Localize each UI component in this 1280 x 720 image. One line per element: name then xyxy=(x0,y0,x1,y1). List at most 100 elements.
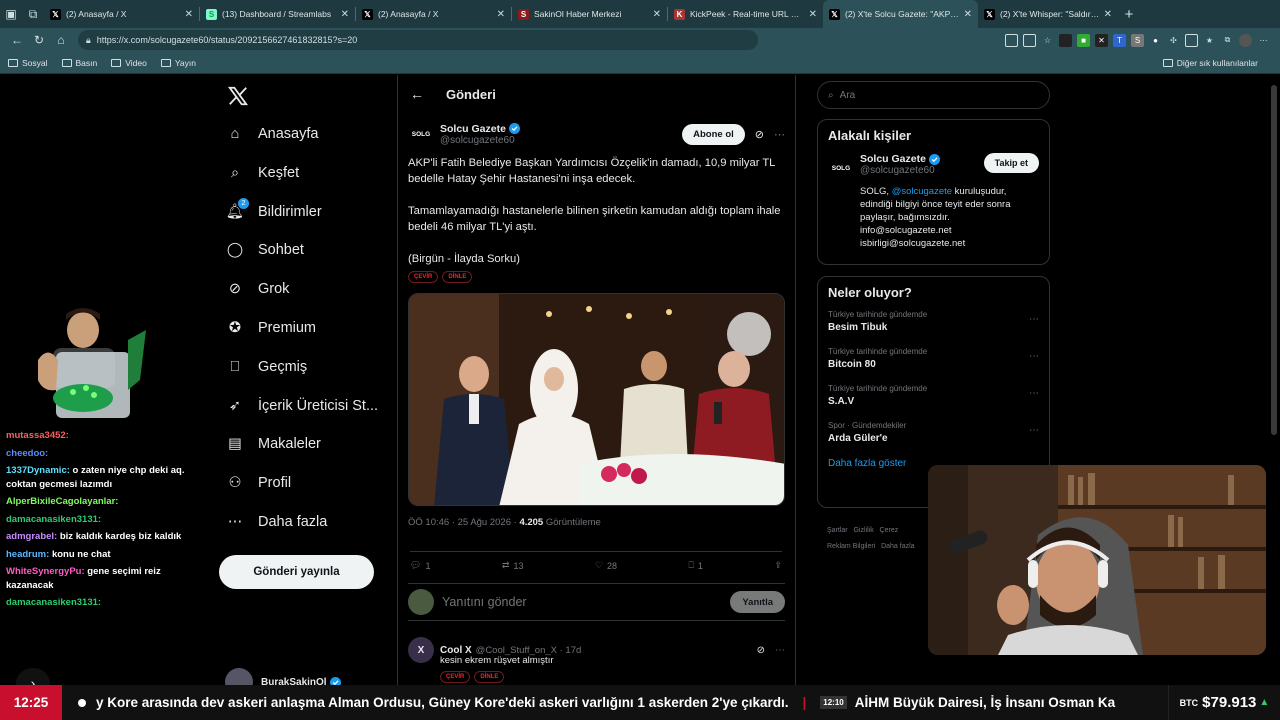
close-tab-icon[interactable]: ✕ xyxy=(1104,9,1112,20)
avatar[interactable] xyxy=(1239,33,1252,47)
repost-action[interactable]: ⇄ 13 xyxy=(502,560,524,571)
search-input[interactable]: ⌕ Ara xyxy=(817,81,1050,109)
close-tab-icon[interactable]: ✕ xyxy=(964,9,972,20)
url-field[interactable]: 🔒︎ https://x.com/solcugazete60/status/20… xyxy=(78,30,758,50)
scrollbar-thumb[interactable] xyxy=(1271,85,1277,435)
sidebar-item[interactable]: ⎕ Geçmiş xyxy=(225,349,308,385)
listen-tag[interactable]: DİNLE xyxy=(442,271,473,283)
sidebar-item[interactable]: ⚇ Profil xyxy=(225,465,292,501)
author-info[interactable]: Solcu Gazete @solcugazete60 xyxy=(440,123,520,146)
sidebar-item[interactable]: ⋯ Daha fazla xyxy=(225,504,328,540)
share-action[interactable]: ⇪ xyxy=(774,560,782,571)
avatar[interactable]: SOLG xyxy=(828,155,854,181)
split-screen-icon[interactable] xyxy=(1185,33,1198,47)
sidebar-item[interactable]: 🔔︎ 2 Bildirimler xyxy=(225,194,322,230)
profile-icon[interactable]: ▣ xyxy=(0,4,22,24)
sidebar-item[interactable]: ◯ Sohbet xyxy=(225,232,304,268)
follow-button[interactable]: Takip et xyxy=(983,153,1039,173)
more-icon[interactable]: ⋯ xyxy=(775,645,785,656)
trend-item[interactable]: Türkiye tarihinde gündemde S.A.V ⋯ xyxy=(828,384,1039,407)
reply-action[interactable]: 💬︎ 1 xyxy=(410,560,430,571)
avatar[interactable]: X xyxy=(408,637,434,663)
sidebar-item[interactable]: ⌕ Keşfet xyxy=(225,155,299,191)
listen-tag[interactable]: DİNLE xyxy=(474,671,505,683)
home-icon[interactable]: ⌂ xyxy=(50,30,72,50)
chat-username[interactable]: AlperBixileCagolayanlar: xyxy=(6,496,118,507)
grok-icon[interactable]: ⊘ xyxy=(755,128,764,141)
sidebar-item[interactable]: ⊘ Grok xyxy=(225,271,290,307)
translate-tag[interactable]: ÇEVİR xyxy=(440,671,471,683)
extension-icon[interactable]: ✕ xyxy=(1095,33,1108,47)
x-logo-icon[interactable] xyxy=(227,85,249,107)
browser-tab[interactable]: 𝕏 (2) Anasayfa / X ✕ xyxy=(44,0,199,28)
tab-actions-icon[interactable]: ⧉ xyxy=(22,4,44,24)
browser-tab[interactable]: S SakinOl Haber Merkezi ✕ xyxy=(512,0,667,28)
footer-link[interactable]: Gizlilik xyxy=(853,527,873,534)
related-person[interactable]: SOLG Solcu Gazete @solcugazete60 Takip e… xyxy=(828,153,1039,181)
back-icon[interactable]: ← xyxy=(6,30,28,50)
chat-username[interactable]: 1337Dynamic: xyxy=(6,465,70,476)
chat-username[interactable]: admgrabel: xyxy=(6,531,57,542)
chat-username[interactable]: damacanasiken3131: xyxy=(6,514,101,525)
more-icon[interactable]: ⋯ xyxy=(1257,34,1270,47)
reply-item[interactable]: X Cool X @Cool_Stuff_on_X · 17d ⊘ ⋯ kesi… xyxy=(408,637,785,683)
footer-link[interactable]: Çerez xyxy=(880,527,899,534)
chat-username[interactable]: damacanasiken3131: xyxy=(6,597,101,608)
sidebar-item[interactable]: ✪ Premium xyxy=(225,310,316,346)
more-icon[interactable]: ⋯ xyxy=(1029,351,1039,362)
sidebar-item[interactable]: ⌂ Anasayfa xyxy=(225,116,319,152)
bookmark-folder[interactable]: Sosyal xyxy=(8,58,48,68)
more-icon[interactable]: ⋯ xyxy=(1029,425,1039,436)
page-scrollbar[interactable] xyxy=(1268,75,1280,685)
footer-link[interactable]: Şartlar xyxy=(827,527,848,534)
more-icon[interactable]: ⋯ xyxy=(774,128,785,141)
bio-link[interactable]: @solcugazete xyxy=(892,186,952,197)
back-arrow-icon[interactable]: ← xyxy=(410,86,426,102)
bookmark-folder[interactable]: Video xyxy=(111,58,147,68)
close-tab-icon[interactable]: ✕ xyxy=(185,9,193,20)
reply-input[interactable]: Yanıtını gönder xyxy=(442,595,527,609)
favorites-icon[interactable]: ★ xyxy=(1203,34,1216,47)
extension-icon[interactable] xyxy=(1059,33,1072,47)
collections-icon[interactable]: ⧉ xyxy=(1221,34,1234,47)
close-tab-icon[interactable]: ✕ xyxy=(809,9,817,20)
author-avatar[interactable]: SOLG xyxy=(408,121,434,147)
more-icon[interactable]: ⋯ xyxy=(1029,388,1039,399)
trend-item[interactable]: Spor · Gündemdekiler Arda Güler'e ⋯ xyxy=(828,421,1039,444)
extension-icon[interactable]: S xyxy=(1131,33,1144,47)
reply-button[interactable]: Yanıtla xyxy=(730,591,785,613)
chat-username[interactable]: mutassa3452: xyxy=(6,430,69,441)
post-button[interactable]: Gönderi yayınla xyxy=(219,555,374,589)
browser-tab-active[interactable]: 𝕏 (2) X'te Solcu Gazete: "AKP'li Fatih ✕ xyxy=(823,0,978,28)
chat-username[interactable]: WhiteSynergyPu: xyxy=(6,566,85,577)
footer-link[interactable]: Daha fazla xyxy=(881,543,914,550)
sidebar-item[interactable]: ➶ İçerik Üreticisi St... xyxy=(225,388,378,424)
translate-tag[interactable]: ÇEVİR xyxy=(408,271,439,283)
bookmark-folder[interactable]: Yayın xyxy=(160,58,196,68)
close-tab-icon[interactable]: ✕ xyxy=(341,9,349,20)
sidebar-item[interactable]: ▤ Makaleler xyxy=(225,426,321,462)
trend-item[interactable]: Türkiye tarihinde gündemde Bitcoin 80 ⋯ xyxy=(828,347,1039,370)
extension-icon[interactable]: T xyxy=(1113,33,1126,47)
like-action[interactable]: ♡ 28 xyxy=(595,560,617,571)
chat-username[interactable]: cheedoo: xyxy=(6,448,48,459)
close-tab-icon[interactable]: ✕ xyxy=(653,9,661,20)
grok-icon[interactable]: ⊘ xyxy=(757,645,765,656)
footer-link[interactable]: Reklam Bilgileri xyxy=(827,543,875,550)
bookmark-folder[interactable]: Basın xyxy=(61,58,97,68)
extensions-puzzle-icon[interactable]: ✣ xyxy=(1167,34,1180,47)
subscribe-button[interactable]: Abone ol xyxy=(682,123,745,145)
more-icon[interactable]: ⋯ xyxy=(1029,314,1039,325)
star-icon[interactable]: ☆ xyxy=(1041,34,1054,47)
close-tab-icon[interactable]: ✕ xyxy=(497,9,505,20)
post-photo[interactable] xyxy=(408,293,785,506)
reader-icon[interactable] xyxy=(1005,33,1018,47)
trend-item[interactable]: Türkiye tarihinde gündemde Besim Tibuk ⋯ xyxy=(828,310,1039,333)
other-bookmarks[interactable]: Diğer sık kullanılanlar xyxy=(1162,58,1258,68)
read-aloud-icon[interactable] xyxy=(1023,33,1036,47)
extension-icon[interactable]: ● xyxy=(1149,34,1162,47)
browser-tab[interactable]: K KickPeek - Real-time URL Crawler ✕ xyxy=(668,0,823,28)
chat-username[interactable]: headrum: xyxy=(6,549,49,560)
bookmark-action[interactable]: ⎕ 1 xyxy=(689,560,703,571)
reload-icon[interactable]: ↻ xyxy=(28,30,50,50)
